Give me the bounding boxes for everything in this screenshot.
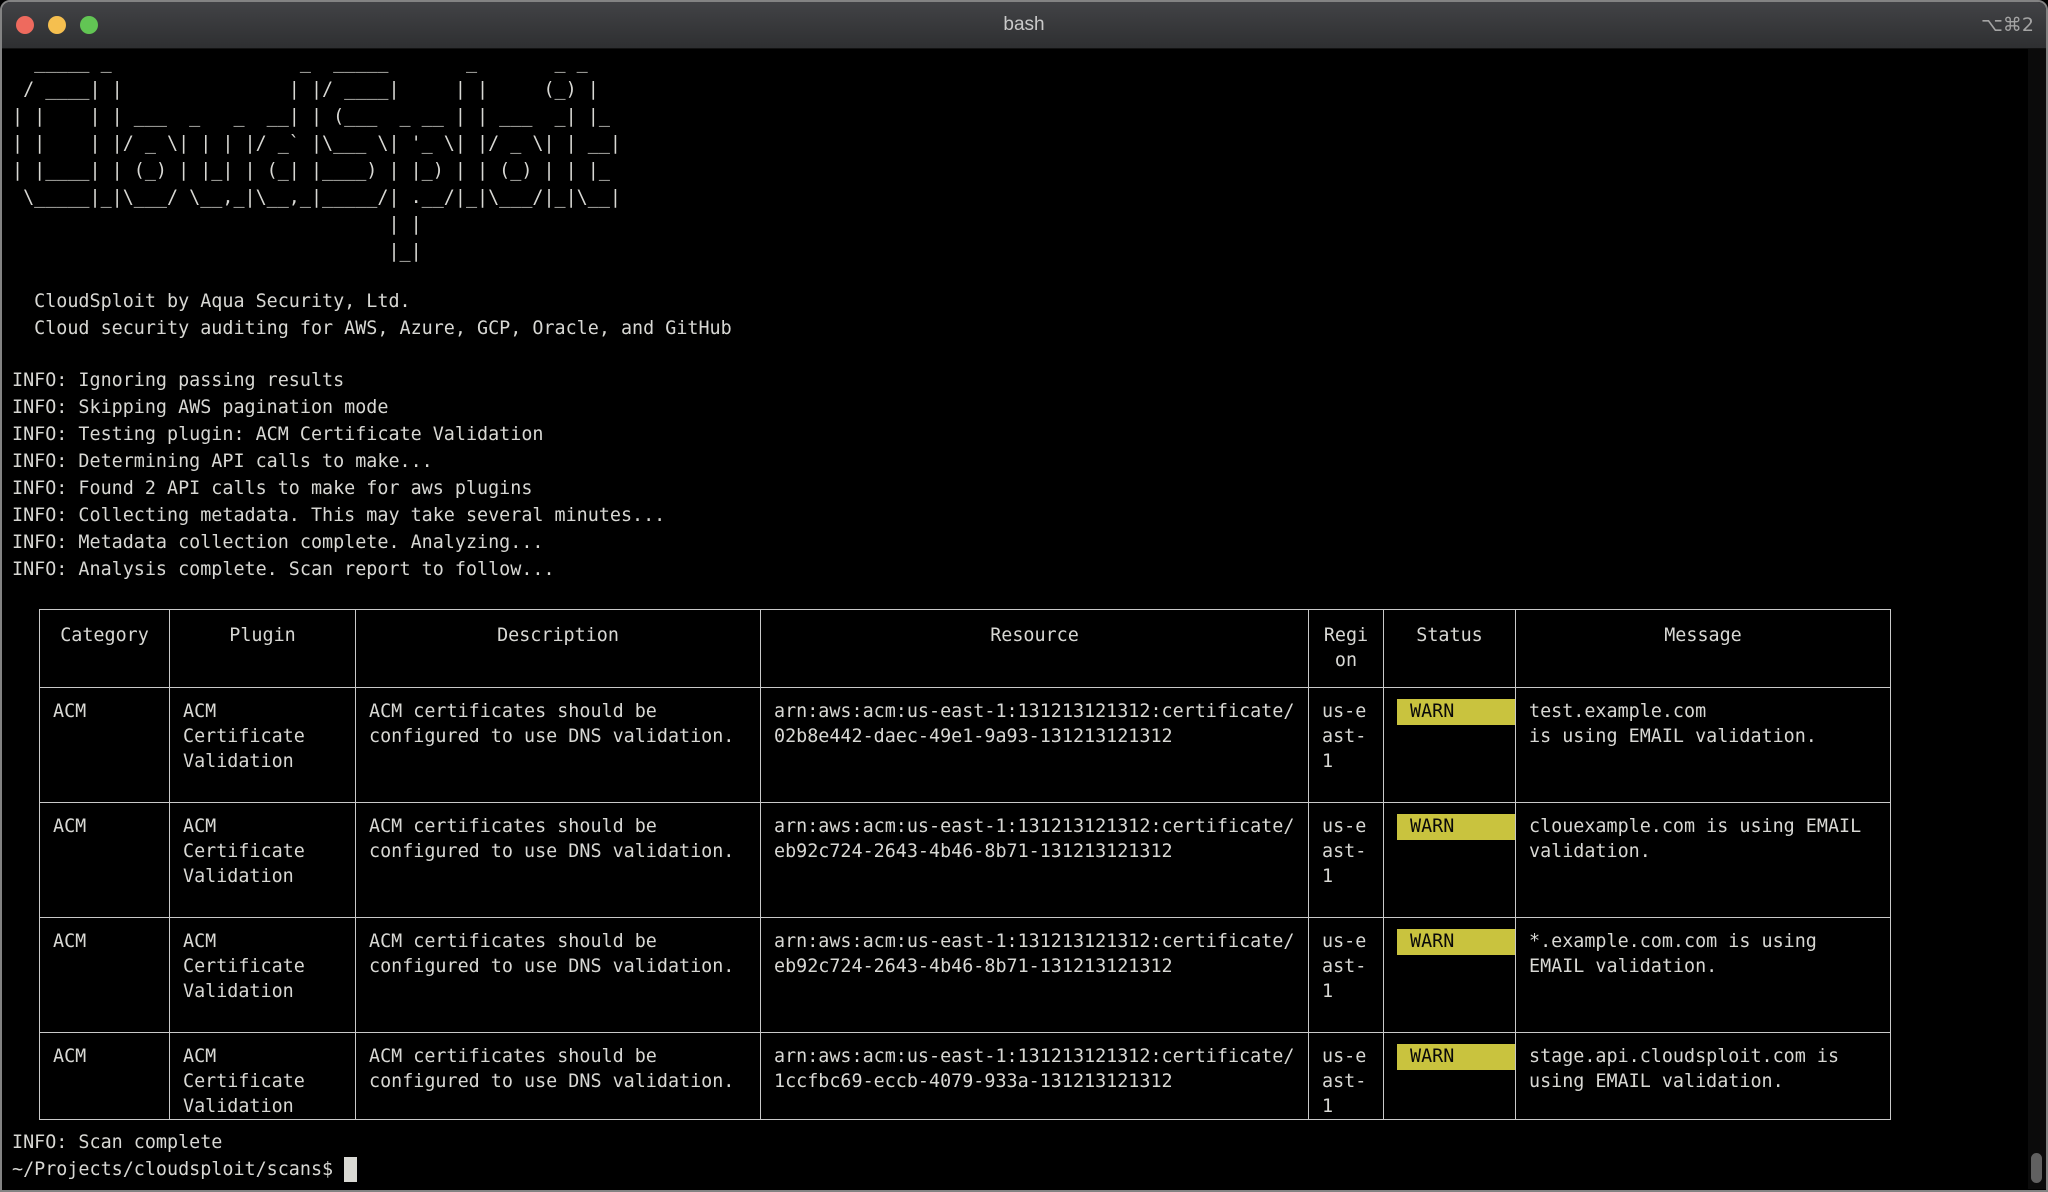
terminal-cursor[interactable]: [344, 1157, 357, 1182]
cell-plugin: ACM Certificate Validation: [170, 688, 356, 803]
table-row: ACM ACM Certificate Validation ACM certi…: [40, 688, 1891, 803]
cell-plugin: ACM Certificate Validation: [170, 918, 356, 1033]
titlebar[interactable]: bash ⌥⌘2: [2, 2, 2046, 49]
info-line: INFO: Found 2 API calls to make for aws …: [12, 475, 2046, 502]
header-message: Message: [1516, 610, 1891, 688]
info-line: INFO: Skipping AWS pagination mode: [12, 394, 2046, 421]
cell-status: WARN: [1384, 803, 1516, 918]
cell-resource: arn:aws:acm:us-east-1:131213121312:certi…: [761, 803, 1309, 918]
cell-description: ACM certificates should be configured to…: [356, 1033, 761, 1120]
cell-category: ACM: [40, 1033, 170, 1120]
cell-category: ACM: [40, 918, 170, 1033]
cell-description: ACM certificates should be configured to…: [356, 688, 761, 803]
cell-status: WARN: [1384, 688, 1516, 803]
info-line: INFO: Collecting metadata. This may take…: [12, 502, 2046, 529]
cell-status: WARN: [1384, 918, 1516, 1033]
cell-resource: arn:aws:acm:us-east-1:131213121312:certi…: [761, 1033, 1309, 1120]
cell-resource: arn:aws:acm:us-east-1:131213121312:certi…: [761, 688, 1309, 803]
scrollbar-thumb[interactable]: [2031, 1153, 2042, 1183]
table-header-row: Category Plugin Description Resource Reg…: [40, 610, 1891, 688]
terminal-screen: _____ _ _ _____ _ _ _ / ____| | | |/ ___…: [2, 49, 2046, 1189]
terminal-footer: INFO: Scan complete ~/Projects/cloudsplo…: [12, 1129, 2046, 1183]
info-line: INFO: Ignoring passing results: [12, 367, 2046, 394]
cell-message: stage.api.cloudsploit.com is using EMAIL…: [1516, 1033, 1891, 1120]
cell-category: ACM: [40, 688, 170, 803]
header-region: Regi on: [1309, 610, 1384, 688]
cell-plugin: ACM Certificate Validation: [170, 803, 356, 918]
header-description: Description: [356, 610, 761, 688]
cell-description: ACM certificates should be configured to…: [356, 918, 761, 1033]
cell-status: WARN: [1384, 1033, 1516, 1120]
cell-message: clouexample.com is using EMAIL validatio…: [1516, 803, 1891, 918]
header-plugin: Plugin: [170, 610, 356, 688]
prompt-path: ~/Projects/cloudsploit/scans$: [12, 1159, 333, 1180]
window-title: bash: [2, 2, 2046, 48]
status-badge-warn: WARN: [1397, 1044, 1516, 1070]
taglines: CloudSploit by Aqua Security, Ltd. Cloud…: [12, 288, 2046, 342]
cell-message: *.example.com.com is using EMAIL validat…: [1516, 918, 1891, 1033]
cell-region: us-e ast- 1: [1309, 803, 1384, 918]
table-row: ACM ACM Certificate Validation ACM certi…: [40, 1033, 1891, 1120]
keyboard-shortcut-indicator: ⌥⌘2: [1981, 2, 2034, 48]
cell-region: us-e ast- 1: [1309, 1033, 1384, 1120]
cell-region: us-e ast- 1: [1309, 918, 1384, 1033]
tagline-company: CloudSploit by Aqua Security, Ltd.: [12, 288, 2046, 315]
scan-results-table: Category Plugin Description Resource Reg…: [39, 609, 1891, 1120]
table-row: ACM ACM Certificate Validation ACM certi…: [40, 918, 1891, 1033]
terminal-window: bash ⌥⌘2 _____ _ _ _____ _ _ _ / ____| |…: [0, 0, 2048, 1192]
status-badge-warn: WARN: [1397, 929, 1516, 955]
header-resource: Resource: [761, 610, 1309, 688]
status-badge-warn: WARN: [1397, 699, 1516, 725]
ascii-banner: _____ _ _ _____ _ _ _ / ____| | | |/ ___…: [12, 49, 2046, 265]
cell-resource: arn:aws:acm:us-east-1:131213121312:certi…: [761, 918, 1309, 1033]
scan-complete-line: INFO: Scan complete: [12, 1129, 2046, 1156]
tagline-description: Cloud security auditing for AWS, Azure, …: [12, 315, 2046, 342]
prompt-line[interactable]: ~/Projects/cloudsploit/scans$: [12, 1156, 2046, 1183]
cell-description: ACM certificates should be configured to…: [356, 803, 761, 918]
info-log: INFO: Ignoring passing results INFO: Ski…: [12, 367, 2046, 583]
table-row: ACM ACM Certificate Validation ACM certi…: [40, 803, 1891, 918]
cell-plugin: ACM Certificate Validation: [170, 1033, 356, 1120]
scrollbar: [2028, 49, 2046, 1189]
info-line: INFO: Analysis complete. Scan report to …: [12, 556, 2046, 583]
header-status: Status: [1384, 610, 1516, 688]
cell-message: test.example.com is using EMAIL validati…: [1516, 688, 1891, 803]
header-category: Category: [40, 610, 170, 688]
cell-category: ACM: [40, 803, 170, 918]
info-line: INFO: Determining API calls to make...: [12, 448, 2046, 475]
info-line: INFO: Metadata collection complete. Anal…: [12, 529, 2046, 556]
info-line: INFO: Testing plugin: ACM Certificate Va…: [12, 421, 2046, 448]
cell-region: us-e ast- 1: [1309, 688, 1384, 803]
status-badge-warn: WARN: [1397, 814, 1516, 840]
